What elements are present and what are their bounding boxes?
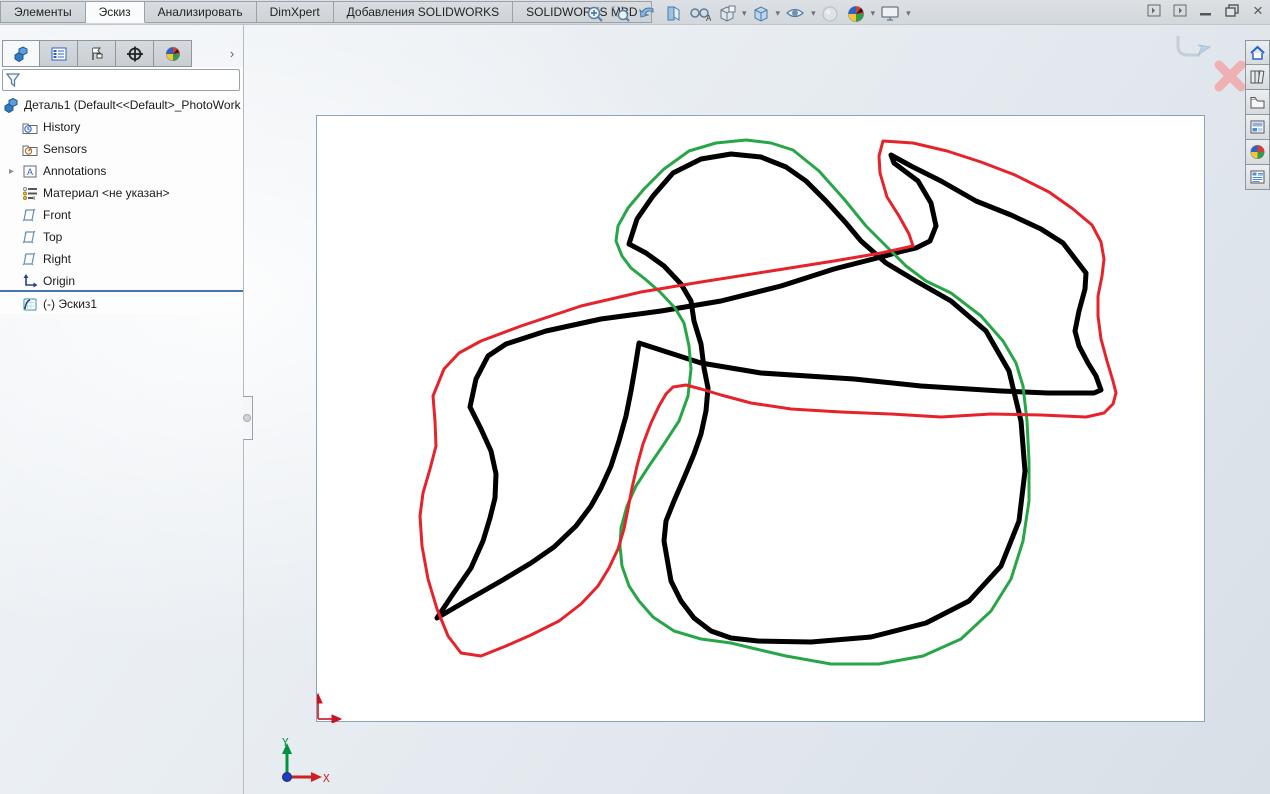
view-palette-icon[interactable] — [1245, 115, 1270, 140]
tree-item-sketch1[interactable]: (-) Эскиз1 — [0, 293, 243, 315]
sketch-spline-black-wedge-sweep[interactable] — [437, 155, 1101, 618]
tab-evaluate[interactable]: Анализировать — [145, 1, 257, 23]
view-heads-up-toolbar: A ▾ ▾ ▾ ▾ ▾ — [583, 2, 911, 24]
tab-solidworks-addins[interactable]: Добавления SOLIDWORKS — [334, 1, 514, 23]
history-folder-icon — [22, 119, 38, 135]
minimize-button[interactable] — [1198, 3, 1214, 18]
appearances-scenes-ball-icon[interactable] — [1245, 140, 1270, 165]
tree-filter-box — [2, 69, 240, 91]
solidworks-window: { "command_tabs": { "items": [ { "label"… — [0, 0, 1270, 794]
sketch-origin-marker — [317, 694, 341, 723]
commandmanager-tabs: Элементы Эскиз Анализировать DimXpert До… — [0, 1, 652, 23]
display-style-icon[interactable] — [749, 3, 773, 24]
tree-item-sensors[interactable]: Sensors — [0, 138, 243, 160]
tab-configurationmanager[interactable] — [78, 40, 116, 67]
triad-y-label: Y — [282, 736, 289, 749]
tree-item-front-plane[interactable]: Front — [0, 204, 243, 226]
tab-featuremanager[interactable] — [2, 40, 40, 67]
rollback-bar[interactable] — [0, 290, 243, 292]
reference-triad: Y X — [270, 735, 334, 789]
view-orientation-icon[interactable] — [715, 3, 739, 24]
svg-text:A: A — [706, 14, 711, 23]
apply-scene-dropdown[interactable]: ▾ — [871, 8, 876, 19]
custom-properties-form-icon[interactable] — [1245, 165, 1270, 190]
sensors-folder-icon — [22, 141, 38, 157]
edit-appearance-icon[interactable] — [818, 3, 842, 24]
featuremanager-tab-bar — [2, 40, 192, 67]
tab-dimxpertmanager[interactable] — [116, 40, 154, 67]
svg-text:A: A — [27, 167, 33, 177]
view-settings-dropdown[interactable]: ▾ — [906, 8, 911, 19]
tab-displaymanager[interactable] — [154, 40, 192, 67]
annotations-expander-icon[interactable]: ▸ — [9, 166, 14, 177]
tree-item-right-plane[interactable]: Right — [0, 248, 243, 270]
solidworks-resources-home-icon[interactable] — [1245, 40, 1270, 65]
material-icon — [22, 185, 38, 201]
zoom-to-area-icon[interactable] — [609, 3, 633, 24]
feature-tree-below-rollback: (-) Эскиз1 — [0, 293, 243, 315]
section-view-icon[interactable] — [661, 3, 685, 24]
view-sketches-icon[interactable]: A — [687, 3, 713, 24]
display-style-dropdown[interactable]: ▾ — [776, 8, 781, 19]
plane-icon — [22, 207, 38, 223]
tab-propertymanager[interactable] — [40, 40, 78, 67]
file-explorer-folder-icon[interactable] — [1245, 90, 1270, 115]
tree-item-material[interactable]: Материал <не указан> — [0, 182, 243, 204]
plane-icon — [22, 251, 38, 267]
sketch-spline-green-offset[interactable] — [616, 140, 1029, 664]
panel-toggle-left-icon[interactable] — [1146, 3, 1162, 18]
plane-icon — [22, 229, 38, 245]
tab-elements[interactable]: Элементы — [0, 1, 86, 23]
tree-item-top-plane[interactable]: Top — [0, 226, 243, 248]
view-settings-icon[interactable] — [877, 3, 903, 24]
window-controls: × — [1146, 3, 1266, 18]
sketch-drawing — [317, 116, 1206, 723]
previous-view-icon[interactable] — [635, 3, 659, 24]
panel-toggle-right-icon[interactable] — [1172, 3, 1188, 18]
tree-item-annotations[interactable]: ▸ A Annotations — [0, 160, 243, 182]
filter-funnel-icon — [5, 72, 23, 89]
triad-x-label: X — [323, 772, 330, 785]
tab-sketch[interactable]: Эскиз — [86, 1, 145, 23]
panel-collapse-handle[interactable] — [243, 396, 253, 440]
tree-root-part[interactable]: Деталь1 (Default<<Default>_PhotoWork — [0, 94, 243, 116]
part-icon — [3, 97, 19, 113]
top-command-strip: Элементы Эскиз Анализировать DimXpert До… — [0, 0, 1270, 25]
annotations-folder-icon: A — [22, 163, 38, 179]
close-button[interactable]: × — [1250, 3, 1266, 18]
task-pane-tabs — [1245, 40, 1270, 190]
featuremanager-panel: Деталь1 (Default<<Default>_PhotoWork His… — [0, 67, 243, 314]
hide-show-items-icon[interactable] — [782, 3, 808, 24]
sketch-icon — [22, 296, 38, 312]
zoom-to-fit-icon[interactable] — [583, 3, 607, 24]
tree-item-origin[interactable]: Origin — [0, 270, 243, 292]
sketch-canvas[interactable] — [316, 115, 1205, 722]
tree-root-label: Деталь1 (Default<<Default>_PhotoWork — [24, 98, 241, 112]
design-library-books-icon[interactable] — [1245, 65, 1270, 90]
tab-dimxpert[interactable]: DimXpert — [257, 1, 334, 23]
cancel-sketch-x-icon[interactable] — [1211, 57, 1249, 98]
tree-filter-input[interactable] — [23, 71, 239, 89]
collapse-dot-icon — [243, 414, 251, 422]
view-orientation-dropdown[interactable]: ▾ — [742, 8, 747, 19]
tree-item-history[interactable]: History — [0, 116, 243, 138]
feature-tree: Деталь1 (Default<<Default>_PhotoWork His… — [0, 94, 243, 292]
origin-axes-icon — [22, 273, 38, 289]
restore-button[interactable] — [1224, 3, 1240, 18]
featuremanager-overflow-arrow[interactable]: › — [224, 44, 240, 62]
apply-scene-icon[interactable] — [844, 3, 868, 24]
hide-show-items-dropdown[interactable]: ▾ — [811, 8, 816, 19]
